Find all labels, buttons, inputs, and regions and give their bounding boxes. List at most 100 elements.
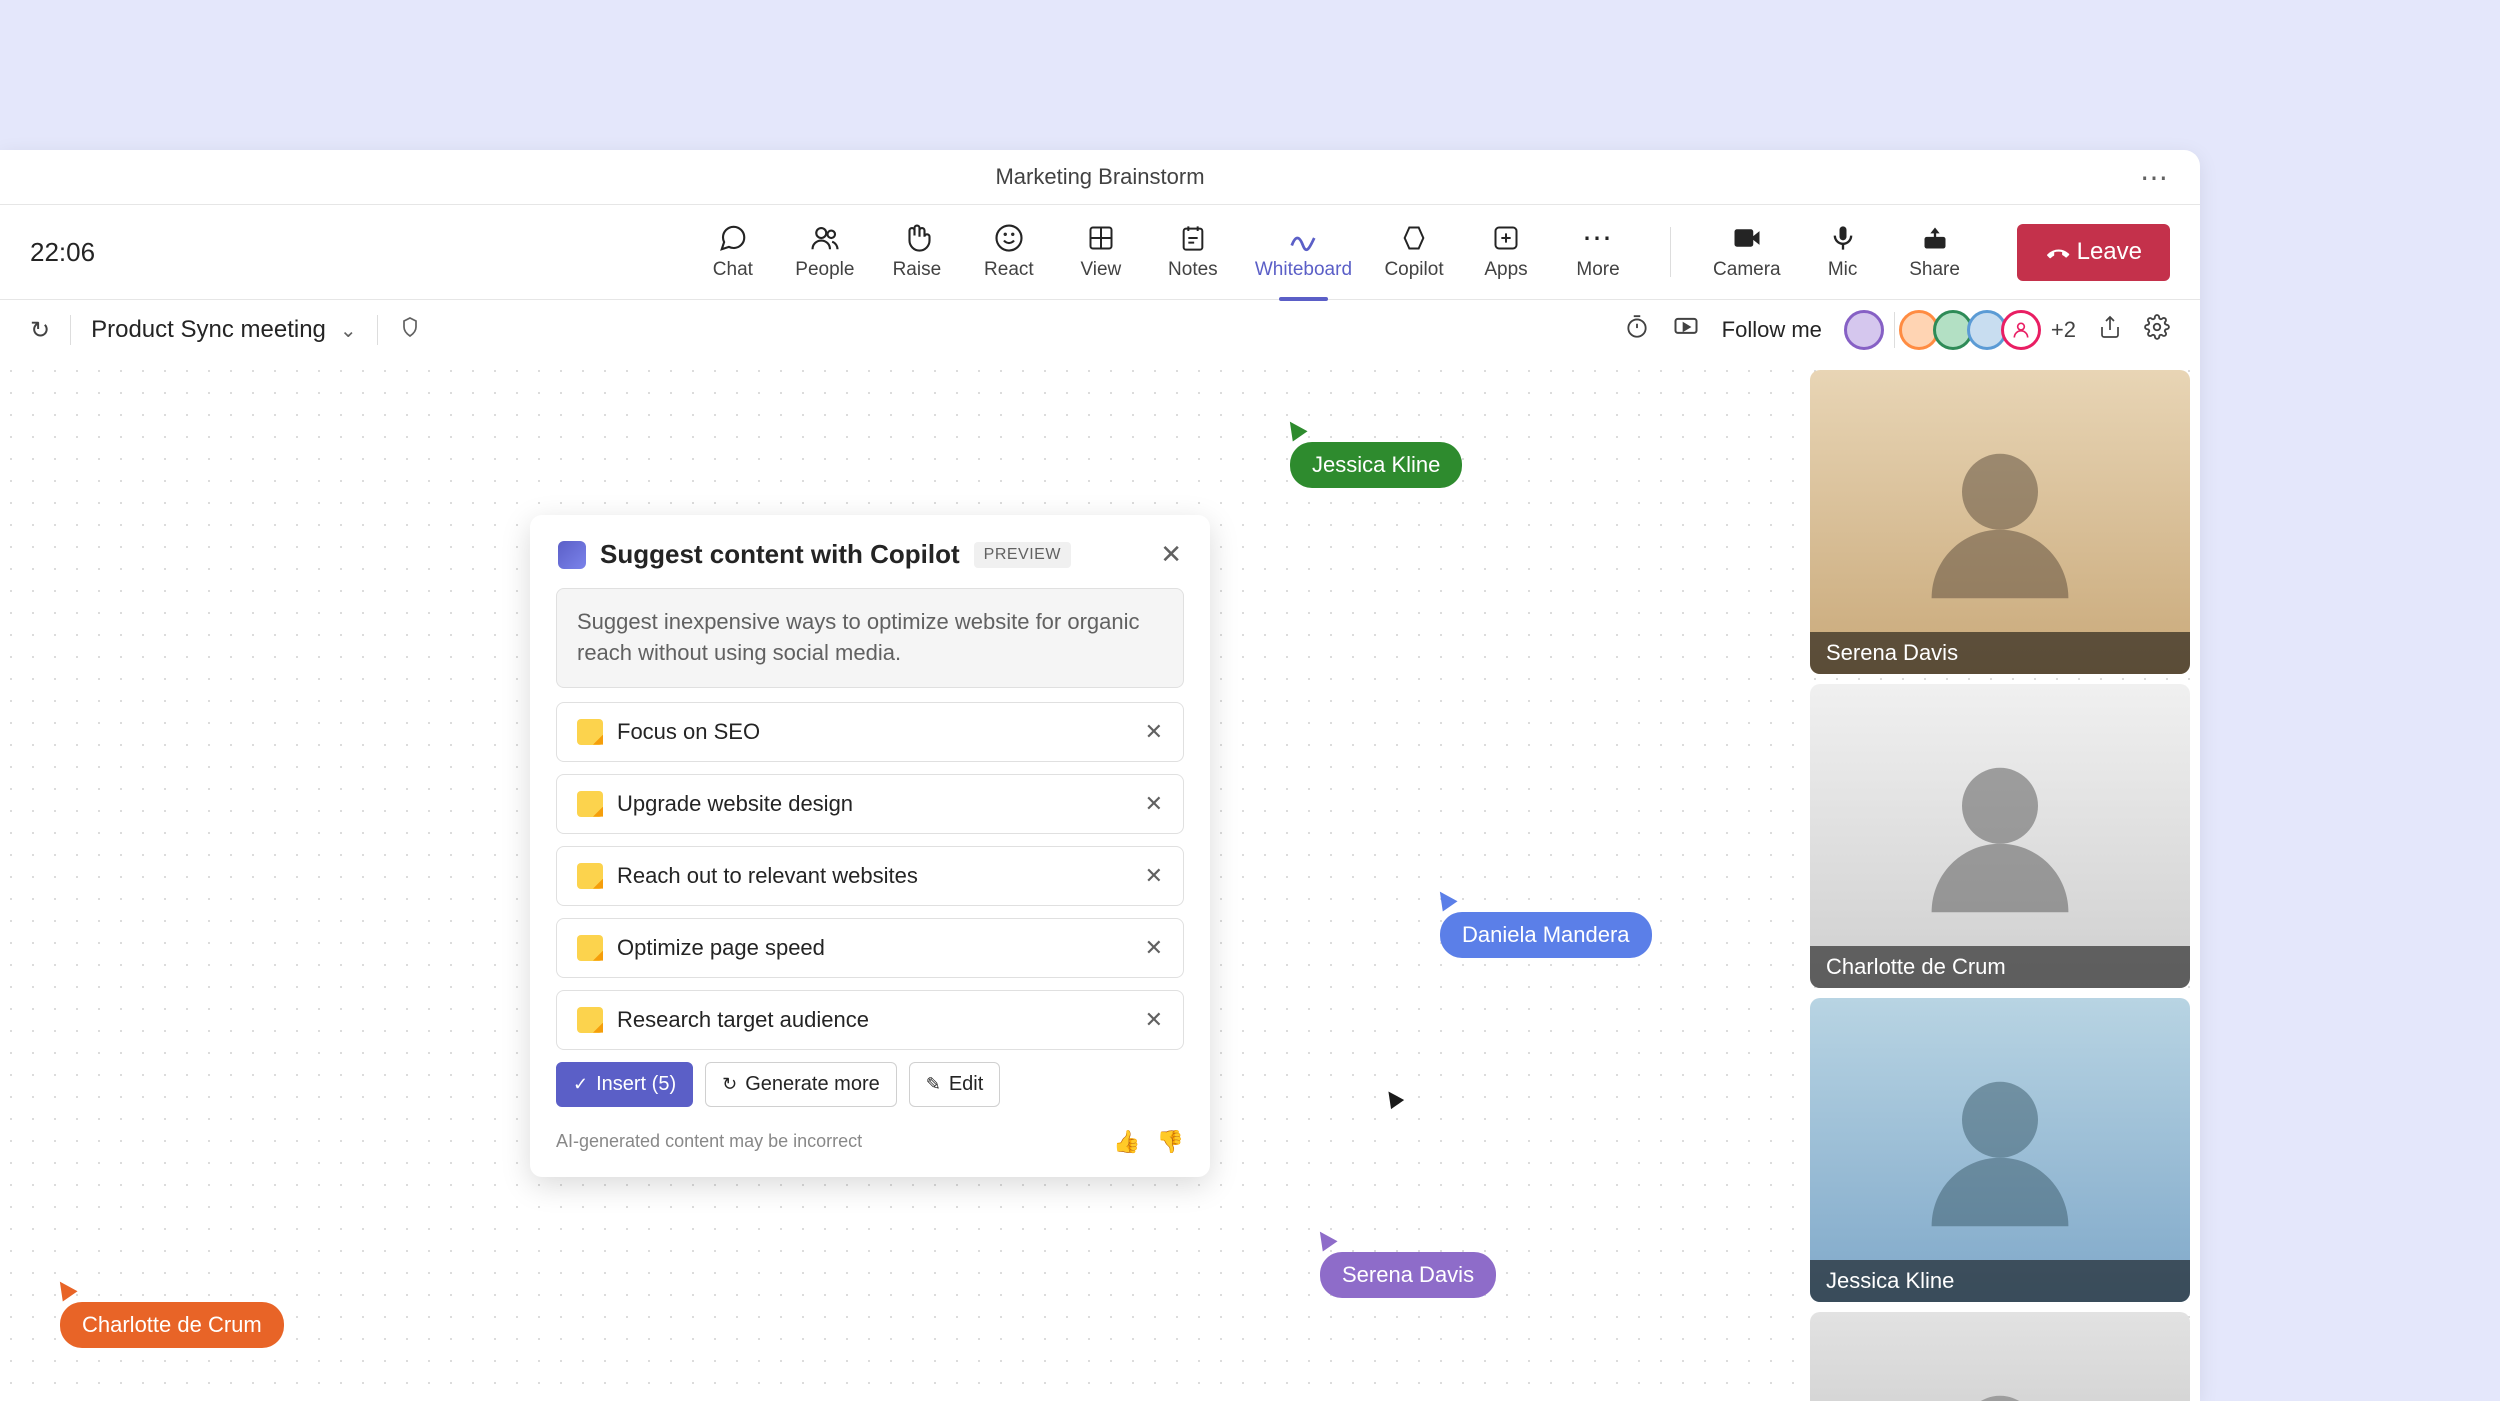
sticky-note-icon bbox=[577, 719, 603, 745]
remove-suggestion-icon[interactable]: ✕ bbox=[1145, 935, 1163, 961]
teams-meeting-window: Marketing Brainstorm ⋯ 22:06 Chat People bbox=[0, 150, 2200, 1401]
check-icon: ✓ bbox=[573, 1074, 588, 1095]
remove-suggestion-icon[interactable]: ✕ bbox=[1145, 719, 1163, 745]
meeting-toolbar: 22:06 Chat People Raise bbox=[0, 205, 2200, 300]
cursor-pointer-icon bbox=[1282, 416, 1307, 441]
phone-down-icon bbox=[2038, 234, 2074, 270]
pencil-icon: ✎ bbox=[926, 1074, 941, 1095]
thumbs-down-icon[interactable]: 👎 bbox=[1157, 1129, 1184, 1155]
remove-suggestion-icon[interactable]: ✕ bbox=[1145, 1007, 1163, 1033]
insert-button[interactable]: ✓ Insert (5) bbox=[556, 1062, 693, 1107]
camera-button[interactable]: Camera bbox=[1713, 223, 1781, 281]
more-options-icon[interactable]: ⋯ bbox=[2140, 161, 2170, 194]
close-button[interactable]: ✕ bbox=[1160, 539, 1182, 570]
thumbs-up-icon[interactable]: 👍 bbox=[1113, 1129, 1140, 1155]
copilot-button[interactable]: Copilot bbox=[1384, 223, 1444, 281]
export-icon[interactable] bbox=[2098, 315, 2122, 346]
whiteboard-canvas[interactable]: Jessica Kline Daniela Mandera Serena Dav… bbox=[0, 360, 2200, 1401]
participant-video-placeholder bbox=[1810, 998, 2190, 1302]
leave-button[interactable]: Leave bbox=[2017, 224, 2170, 281]
present-icon[interactable] bbox=[1672, 313, 1700, 348]
ellipsis-icon: ⋯ bbox=[1582, 223, 1614, 253]
copilot-logo-icon bbox=[558, 541, 586, 569]
cursor-daniela: Daniela Mandera bbox=[1440, 890, 1652, 958]
timer-icon[interactable] bbox=[1624, 314, 1650, 347]
toolbar-separator bbox=[1670, 227, 1671, 277]
suggestion-item[interactable]: Upgrade website design ✕ bbox=[556, 774, 1184, 834]
participant-name: Serena Davis bbox=[1810, 632, 2190, 674]
mic-icon bbox=[1829, 223, 1857, 253]
cursor-pointer-icon bbox=[1432, 886, 1457, 911]
edit-button[interactable]: ✎ Edit bbox=[909, 1062, 1001, 1107]
participant-name: Jessica Kline bbox=[1810, 1260, 2190, 1302]
cursor-jessica: Jessica Kline bbox=[1290, 420, 1462, 488]
suggestion-item[interactable]: Reach out to relevant websites ✕ bbox=[556, 846, 1184, 906]
whiteboard-subbar: ↻ Product Sync meeting ⌄ Follow me bbox=[0, 300, 2200, 360]
remove-suggestion-icon[interactable]: ✕ bbox=[1145, 863, 1163, 889]
generate-more-button[interactable]: ↻ Generate more bbox=[705, 1062, 897, 1107]
whiteboard-button[interactable]: Whiteboard bbox=[1255, 223, 1352, 281]
notes-button[interactable]: Notes bbox=[1163, 223, 1223, 281]
cursor-pointer-icon bbox=[52, 1276, 77, 1301]
camera-icon bbox=[1732, 223, 1762, 253]
refresh-icon: ↻ bbox=[722, 1074, 737, 1095]
participant-name: Charlotte de Crum bbox=[1810, 946, 2190, 988]
chevron-down-icon: ⌄ bbox=[340, 318, 357, 343]
cursor-pointer-icon bbox=[1312, 1226, 1337, 1251]
video-tile[interactable]: Serena Davis bbox=[1810, 370, 2190, 674]
whiteboard-icon bbox=[1288, 223, 1318, 253]
more-button[interactable]: ⋯ More bbox=[1568, 223, 1628, 281]
remove-suggestion-icon[interactable]: ✕ bbox=[1145, 791, 1163, 817]
apps-icon bbox=[1492, 223, 1520, 253]
toolbar-items: Chat People Raise React bbox=[703, 223, 2170, 281]
copilot-icon bbox=[1400, 223, 1428, 253]
whiteboard-right-controls: Follow me +2 bbox=[1624, 310, 2170, 350]
participant-video-placeholder bbox=[1810, 370, 2190, 674]
meeting-title: Marketing Brainstorm bbox=[995, 164, 1204, 190]
participant-video-placeholder bbox=[1810, 1312, 2190, 1401]
copilot-title: Suggest content with Copilot bbox=[600, 539, 960, 570]
ai-disclaimer: AI-generated content may be incorrect bbox=[556, 1131, 862, 1152]
copilot-footer: AI-generated content may be incorrect 👍 … bbox=[530, 1127, 1210, 1177]
copilot-actions: ✓ Insert (5) ↻ Generate more ✎ Edit bbox=[556, 1062, 1184, 1107]
suggestion-item[interactable]: Research target audience ✕ bbox=[556, 990, 1184, 1050]
video-tile[interactable]: Charlotte de Crum bbox=[1810, 684, 2190, 988]
more-participants-count[interactable]: +2 bbox=[2051, 317, 2076, 343]
avatar[interactable] bbox=[1844, 310, 1884, 350]
divider bbox=[1894, 312, 1895, 348]
sticky-note-icon bbox=[577, 935, 603, 961]
people-button[interactable]: People bbox=[795, 223, 855, 281]
participant-avatars[interactable]: +2 bbox=[1844, 310, 2076, 350]
apps-button[interactable]: Apps bbox=[1476, 223, 1536, 281]
cursor-charlotte: Charlotte de Crum bbox=[60, 1280, 284, 1348]
chat-icon bbox=[718, 223, 748, 253]
share-icon bbox=[1921, 223, 1949, 253]
raise-hand-button[interactable]: Raise bbox=[887, 223, 947, 281]
video-tile[interactable] bbox=[1810, 1312, 2190, 1401]
divider bbox=[377, 315, 378, 345]
whiteboard-title-dropdown[interactable]: Product Sync meeting ⌄ bbox=[91, 316, 357, 344]
participant-video-placeholder bbox=[1810, 684, 2190, 988]
react-button[interactable]: React bbox=[979, 223, 1039, 281]
copilot-header: Suggest content with Copilot PREVIEW ✕ bbox=[530, 515, 1210, 588]
share-button[interactable]: Share bbox=[1905, 223, 1965, 281]
avatar[interactable] bbox=[2001, 310, 2041, 350]
chat-button[interactable]: Chat bbox=[703, 223, 763, 281]
view-button[interactable]: View bbox=[1071, 223, 1131, 281]
access-icon[interactable] bbox=[398, 315, 422, 345]
suggestion-item[interactable]: Focus on SEO ✕ bbox=[556, 702, 1184, 762]
notes-icon bbox=[1179, 223, 1207, 253]
hand-icon bbox=[902, 223, 932, 253]
people-icon bbox=[810, 223, 840, 253]
redo-icon[interactable]: ↻ bbox=[30, 316, 50, 345]
sticky-note-icon bbox=[577, 863, 603, 889]
title-bar: Marketing Brainstorm ⋯ bbox=[0, 150, 2200, 205]
preview-badge: PREVIEW bbox=[974, 542, 1071, 568]
mic-button[interactable]: Mic bbox=[1813, 223, 1873, 281]
copilot-prompt-input[interactable]: Suggest inexpensive ways to optimize web… bbox=[556, 588, 1184, 688]
video-tile[interactable]: Jessica Kline bbox=[1810, 998, 2190, 1302]
suggestion-item[interactable]: Optimize page speed ✕ bbox=[556, 918, 1184, 978]
settings-icon[interactable] bbox=[2144, 314, 2170, 347]
follow-me-button[interactable]: Follow me bbox=[1722, 317, 1822, 343]
divider bbox=[70, 315, 71, 345]
